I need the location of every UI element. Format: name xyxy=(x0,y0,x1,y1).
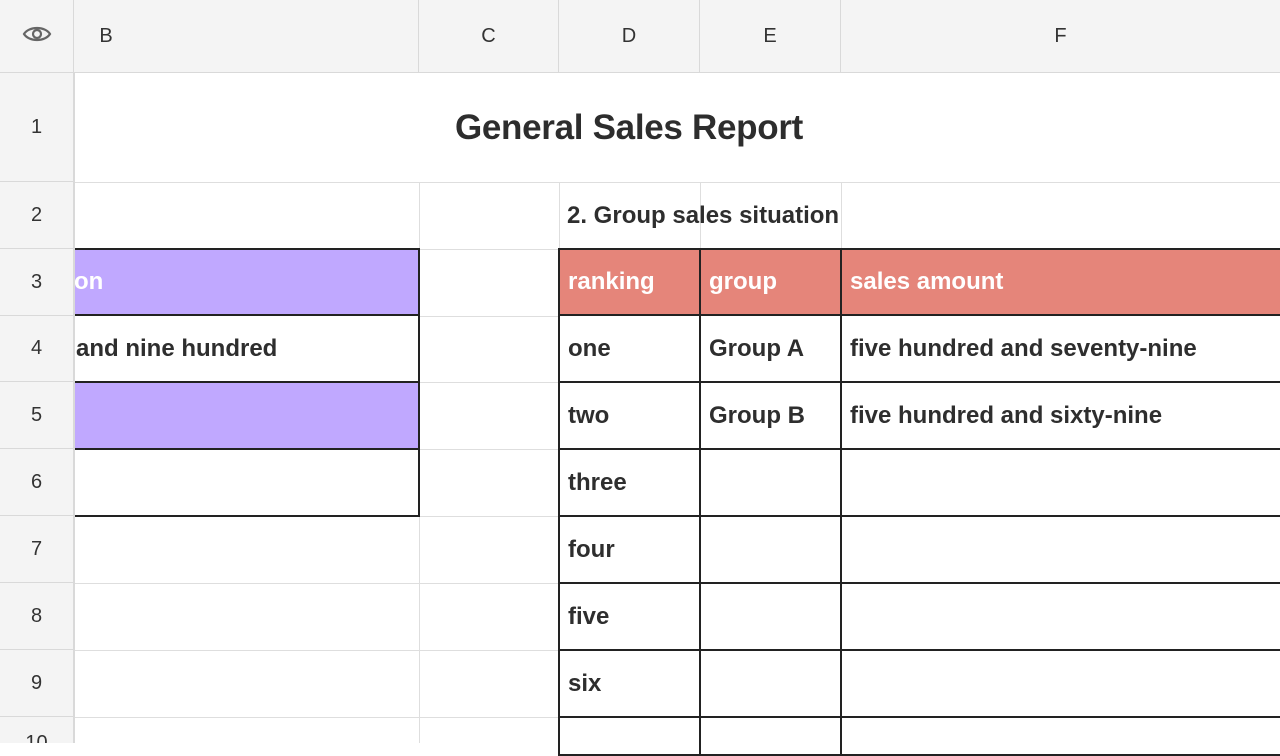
group-table-cell-ranking[interactable]: four xyxy=(558,515,701,584)
row-header-5[interactable]: 5 xyxy=(0,382,74,449)
gridline xyxy=(419,449,559,450)
row-label: 5 xyxy=(30,403,43,426)
cell-text: three xyxy=(568,468,627,496)
group-table-cell-sales-amount[interactable] xyxy=(840,515,1280,584)
group-table-header-group[interactable]: group xyxy=(699,248,842,316)
group-table-cell-group[interactable] xyxy=(699,448,842,517)
group-table-cell-sales-amount[interactable] xyxy=(840,716,1280,756)
row-header-6[interactable]: 6 xyxy=(0,449,74,516)
row-header-3[interactable]: 3 xyxy=(0,249,74,316)
group-table-cell-group[interactable] xyxy=(699,716,842,756)
select-all-corner[interactable] xyxy=(0,0,74,73)
row-header-8[interactable]: 8 xyxy=(0,583,74,650)
header-text: group xyxy=(709,268,777,295)
group-table-cell-ranking[interactable] xyxy=(558,716,701,756)
group-table-cell-group[interactable] xyxy=(699,582,842,651)
row-header-9[interactable]: 9 xyxy=(0,650,74,717)
column-label: E xyxy=(763,24,777,47)
group-table-cell-ranking[interactable]: five xyxy=(558,582,701,651)
row-label: 10 xyxy=(25,732,48,743)
gridline xyxy=(74,717,559,718)
row-header-4[interactable]: 4 xyxy=(0,316,74,382)
row-label: 3 xyxy=(30,270,43,293)
frozen-pane-edge xyxy=(74,73,75,743)
row-header-1[interactable]: 1 xyxy=(0,73,74,182)
cell-text: on xyxy=(74,268,104,295)
cell-text: six xyxy=(568,669,602,697)
left-table-cell-b6[interactable] xyxy=(60,448,420,517)
column-header-b[interactable]: B xyxy=(74,0,419,73)
header-text: sales amount xyxy=(850,268,1004,295)
group-table-cell-ranking[interactable]: three xyxy=(558,448,701,517)
group-table-cell-ranking[interactable]: one xyxy=(558,314,701,383)
column-label: B xyxy=(99,24,113,47)
column-label: C xyxy=(481,24,496,47)
cell-text: five hundred and seventy-nine xyxy=(850,334,1197,362)
report-title-text: General Sales Report xyxy=(454,107,804,147)
row-label: 6 xyxy=(30,470,43,493)
group-table-cell-sales-amount[interactable]: five hundred and sixty-nine xyxy=(840,381,1280,450)
gridline xyxy=(419,516,559,517)
header-text: ranking xyxy=(568,268,655,295)
column-header-f[interactable]: F xyxy=(841,0,1280,73)
gridline xyxy=(419,316,559,317)
row-label: 9 xyxy=(30,671,43,694)
gridline xyxy=(74,583,559,584)
column-header-e[interactable]: E xyxy=(700,0,841,73)
cell-text: five hundred and sixty-nine xyxy=(850,401,1163,429)
left-table-cell-b5[interactable] xyxy=(60,381,420,450)
section-title-group-sales[interactable]: 2. Group sales situation xyxy=(559,182,1280,249)
group-table-cell-ranking[interactable]: six xyxy=(558,649,701,718)
group-table-cell-sales-amount[interactable]: five hundred and seventy-nine xyxy=(840,314,1280,383)
section-title-text: 2. Group sales situation xyxy=(567,201,840,229)
row-label: 8 xyxy=(30,604,43,627)
row-header-2[interactable]: 2 xyxy=(0,182,74,249)
group-table-cell-group[interactable]: Group A xyxy=(699,314,842,383)
cell-text: two xyxy=(568,401,610,429)
group-table-cell-sales-amount[interactable] xyxy=(840,448,1280,517)
column-header-d[interactable]: D xyxy=(559,0,700,73)
cell-text: one xyxy=(568,334,611,362)
column-label: F xyxy=(1054,24,1067,47)
group-table-cell-ranking[interactable]: two xyxy=(558,381,701,450)
column-label: D xyxy=(621,24,637,47)
gridline xyxy=(419,382,559,383)
group-table-cell-group[interactable] xyxy=(699,515,842,584)
cell-text: Group B xyxy=(709,401,805,429)
group-table-cell-group[interactable] xyxy=(699,649,842,718)
group-table-cell-group[interactable]: Group B xyxy=(699,381,842,450)
row-header-7[interactable]: 7 xyxy=(0,516,74,583)
column-header-c[interactable]: C xyxy=(419,0,559,73)
group-table-header-sales-amount[interactable]: sales amount xyxy=(840,248,1280,316)
cell-text: four xyxy=(568,535,615,563)
left-table-header-cell[interactable]: on xyxy=(60,248,420,316)
group-table-header-ranking[interactable]: ranking xyxy=(558,248,701,316)
eye-icon[interactable] xyxy=(22,23,52,50)
row-label: 2 xyxy=(30,203,43,226)
row-label: 7 xyxy=(30,537,43,560)
row-header-10[interactable]: 10 xyxy=(0,717,74,743)
row-label: 4 xyxy=(30,337,43,359)
gridline xyxy=(74,650,559,651)
row-label: 1 xyxy=(30,115,43,138)
cell-text: five xyxy=(568,602,610,630)
left-table-cell-b4[interactable]: and nine hundred xyxy=(60,314,420,383)
group-table-cell-sales-amount[interactable] xyxy=(840,582,1280,651)
cell-text: and nine hundred xyxy=(76,334,278,362)
report-title[interactable]: General Sales Report xyxy=(74,73,1184,182)
cell-text: Group A xyxy=(709,334,805,362)
group-table-cell-sales-amount[interactable] xyxy=(840,649,1280,718)
